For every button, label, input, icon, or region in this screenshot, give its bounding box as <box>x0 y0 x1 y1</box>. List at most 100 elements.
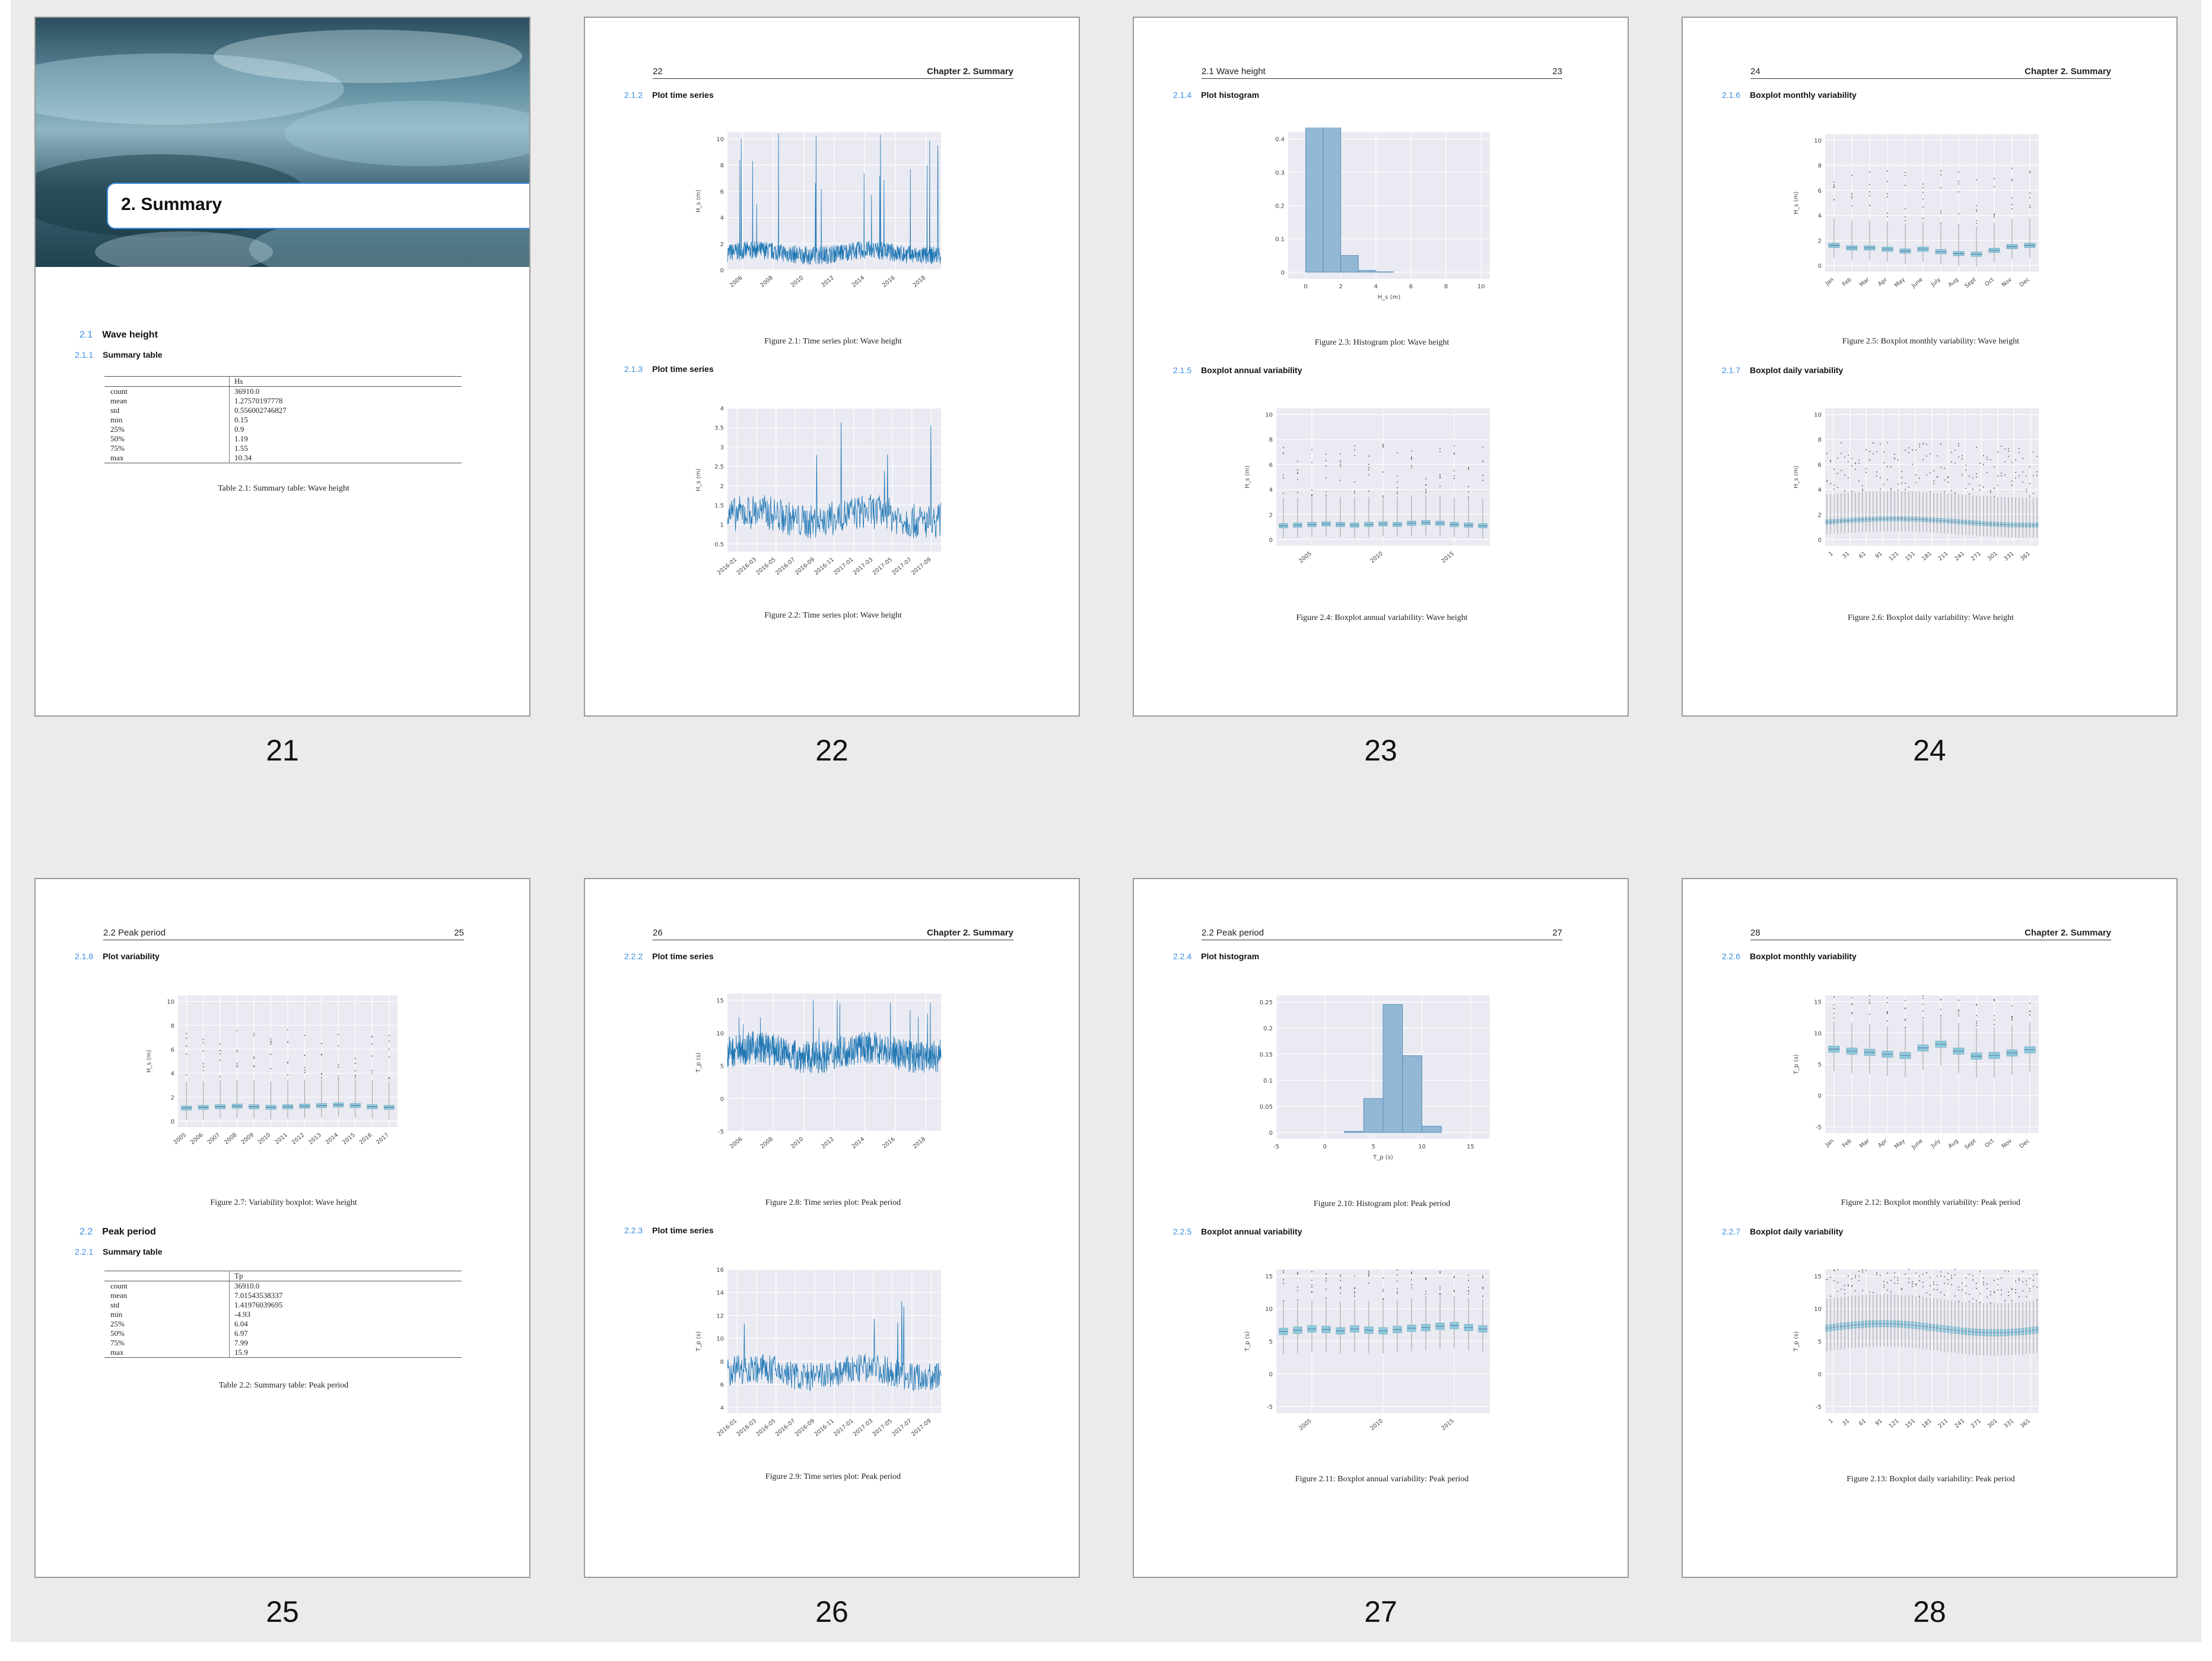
outlier-point <box>1858 1280 1860 1281</box>
x-tick-label: 2017-01 <box>832 1418 854 1438</box>
outlier-point <box>1997 485 1998 486</box>
subsection-heading: 2.1.2 Plot time series <box>624 90 714 100</box>
y-axis-label: T_p (s) <box>695 1052 702 1073</box>
outlier-point <box>1905 184 1906 186</box>
row-label: 25% <box>110 1319 125 1328</box>
outlier-point <box>1841 1288 1842 1290</box>
outlier-point <box>2029 1290 2030 1292</box>
page-thumbnail[interactable]: 26 Chapter 2. Summary 2.2.2 Plot time seri… <box>584 878 1080 1578</box>
outlier-point <box>1933 480 1934 482</box>
outlier-point <box>1997 1278 1998 1280</box>
outlier-point <box>1826 1278 1828 1280</box>
outlier-point <box>2033 475 2034 476</box>
outlier-point <box>1340 464 1341 466</box>
x-tick-label: July <box>1930 1138 1942 1150</box>
outlier-point <box>1411 1272 1412 1274</box>
outlier-point <box>1851 491 1852 492</box>
outlier-point <box>1887 1002 1888 1004</box>
y-tick-label: 10 <box>716 136 724 143</box>
outlier-point <box>1826 481 1828 482</box>
outlier-point <box>2008 1294 2009 1296</box>
outlier-point <box>1930 491 1931 492</box>
x-tick-label: Jan <box>1824 276 1835 287</box>
x-tick-label: 2010 <box>790 1136 805 1150</box>
outlier-point <box>1833 488 1835 490</box>
table-caption: Table 2.1: Summary table: Wave height <box>218 484 349 493</box>
outlier-point <box>1990 1294 1991 1296</box>
page-thumbnail[interactable]: 2.2 Peak period 27 2.2.4 Plot histogram 00… <box>1133 878 1629 1578</box>
outlier-point <box>304 1055 306 1057</box>
running-header: 2.2 Peak period 27 <box>1134 879 1628 947</box>
outlier-point <box>1979 1302 1981 1303</box>
outlier-point <box>1997 1289 1998 1291</box>
outlier-point <box>253 1066 255 1068</box>
page-number-label: 22 <box>815 734 848 767</box>
outlier-point <box>1876 1274 1877 1275</box>
figure-caption: Figure 2.4: Boxplot annual variability: … <box>1296 613 1468 622</box>
outlier-point <box>1937 455 1938 457</box>
outlier-point <box>1311 1284 1312 1286</box>
table-row: mean 7.01543538337 <box>104 1291 462 1300</box>
outlier-point <box>1958 456 1959 458</box>
outlier-point <box>1468 1274 1469 1276</box>
x-tick-label: 2010 <box>1369 1418 1384 1432</box>
figure-caption: Figure 2.11: Boxplot annual variability:… <box>1295 1475 1469 1484</box>
subsection-heading: 2.2.4 Plot histogram <box>1173 952 1260 961</box>
outlier-point <box>1851 198 1852 199</box>
outlier-point <box>371 1073 373 1074</box>
outlier-point <box>1862 485 1863 486</box>
outlier-point <box>1397 491 1398 493</box>
y-tick-label: 3 <box>720 444 724 451</box>
outlier-point <box>1340 1286 1341 1288</box>
outlier-point <box>1933 1283 1934 1285</box>
outlier-point <box>236 1062 238 1064</box>
outlier-point <box>1954 462 1956 464</box>
table-row: max 10.34 <box>104 453 462 463</box>
outlier-point <box>1397 1280 1398 1282</box>
outlier-point <box>1887 442 1888 444</box>
outlier-point <box>1340 1293 1341 1294</box>
y-tick-label: 8 <box>1269 437 1273 444</box>
outlier-point <box>220 1053 221 1055</box>
outlier-point <box>1283 492 1284 494</box>
histogram-bar <box>1363 1098 1384 1133</box>
x-tick-label: 2017-03 <box>852 556 874 577</box>
page-thumbnail[interactable]: 28 Chapter 2. Summary 2.2.6 Boxplot monthl… <box>1682 878 2178 1578</box>
outlier-point <box>1869 1003 1870 1004</box>
y-tick-label: 2 <box>720 241 724 248</box>
x-tick-label: 2016 <box>881 275 897 289</box>
y-tick-label: 8 <box>1818 163 1822 170</box>
outlier-point <box>1922 187 1924 189</box>
y-tick-label: 5 <box>1818 1339 1822 1345</box>
x-tick-label: 2017-01 <box>832 556 854 577</box>
page-thumbnail[interactable]: 2.1 Wave height 23 2.1.4 Plot histogram 00… <box>1133 17 1629 717</box>
outlier-point <box>1983 454 1984 456</box>
x-tick-label: 331 <box>2003 1418 2015 1430</box>
page-thumbnail[interactable]: 24 Chapter 2. Summary 2.1.6 Boxplot monthl… <box>1682 17 2178 717</box>
x-tick-label: 2010 <box>1369 551 1384 565</box>
outlier-point <box>1326 1278 1327 1280</box>
outlier-point <box>1283 474 1284 476</box>
outlier-point <box>1962 1289 1963 1291</box>
outlier-point <box>1297 473 1298 475</box>
outlier-point <box>1368 1275 1369 1277</box>
y-tick-label: 0 <box>1818 263 1822 269</box>
page-thumbnail[interactable]: 2. Summary 2.1 Wave height 2.1.1 Summary t… <box>34 17 530 717</box>
x-tick-label: 2016-01 <box>716 556 738 577</box>
outlier-point <box>1354 449 1355 451</box>
outlier-point <box>1826 453 1828 454</box>
y-tick-label: 10 <box>1814 1306 1822 1313</box>
page-thumbnail[interactable]: 2.2 Peak period 25 2.1.8 Plot variability … <box>34 878 530 1578</box>
outlier-point <box>202 1063 204 1065</box>
page-thumbnail[interactable]: 22 Chapter 2. Summary 2.1.2 Plot time seri… <box>584 17 1080 717</box>
boxplot-chart: -5 0 5 10 15 T_p (s) 1 31 61 91 121 151 181 211 241 271… <box>1793 1269 2039 1430</box>
plot-area <box>1825 134 2039 272</box>
outlier-point <box>1940 187 1941 189</box>
outlier-point <box>1482 480 1483 482</box>
outlier-point <box>1954 1274 1956 1276</box>
outlier-point <box>1439 1293 1441 1294</box>
outlier-point <box>1383 471 1384 473</box>
histogram-bar <box>1305 128 1324 273</box>
outlier-point <box>2026 488 2027 490</box>
outlier-point <box>1411 456 1412 458</box>
